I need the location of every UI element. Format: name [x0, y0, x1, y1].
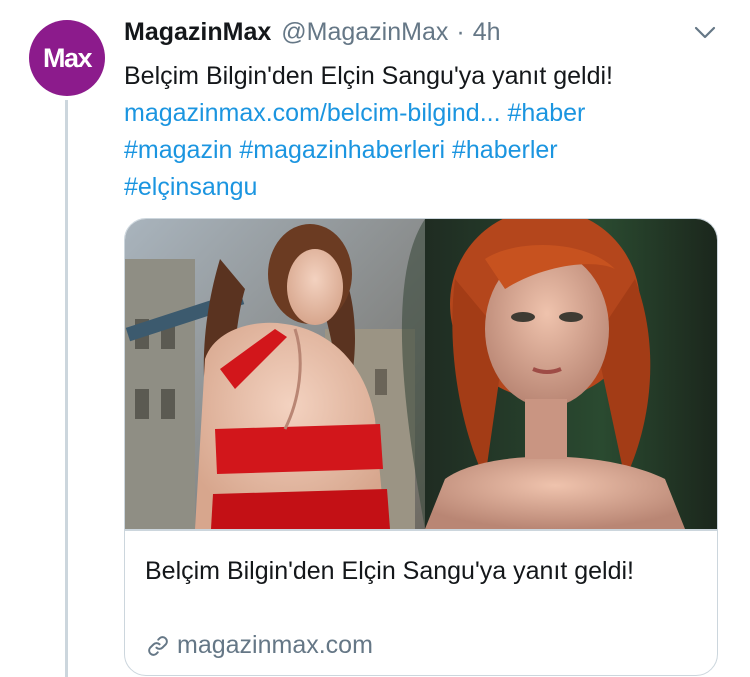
hashtag[interactable]: #elçinsangu — [124, 173, 257, 201]
avatar-text: Max — [42, 42, 93, 73]
thread-line — [65, 100, 68, 677]
separator-dot: · — [456, 18, 465, 46]
hashtag[interactable]: #magazin — [124, 136, 232, 164]
link-card[interactable]: Belçim Bilgin'den Elçin Sangu'ya yanıt g… — [124, 218, 718, 676]
hashtag[interactable]: #magazinhaberleri — [239, 136, 445, 164]
author-handle[interactable]: @MagazinMax — [281, 18, 448, 47]
link-icon — [148, 635, 168, 656]
card-domain-text: magazinmax.com — [177, 631, 373, 659]
author-name[interactable]: MagazinMax — [124, 18, 271, 47]
tweet-text-line: Belçim Bilgin'den Elçin Sangu'ya yanıt g… — [124, 62, 613, 90]
hashtag[interactable]: #haberler — [452, 136, 558, 164]
tweet-link[interactable]: magazinmax.com/belcim-bilgind... — [124, 99, 501, 127]
tweet-header: MagazinMax @MagazinMax · 4h — [124, 18, 501, 50]
tweet-text: Belçim Bilgin'den Elçin Sangu'ya yanıt g… — [124, 58, 714, 206]
hashtag[interactable]: #haber — [507, 99, 585, 127]
chevron-down-icon[interactable] — [690, 22, 720, 44]
avatar[interactable]: Max — [29, 20, 105, 96]
card-image[interactable] — [125, 219, 717, 529]
card-title: Belçim Bilgin'den Elçin Sangu'ya yanıt g… — [145, 557, 634, 585]
card-divider — [125, 529, 717, 531]
card-image-photo — [125, 219, 717, 529]
card-domain: magazinmax.com — [145, 631, 373, 660]
tweet-time[interactable]: 4h — [473, 18, 501, 47]
